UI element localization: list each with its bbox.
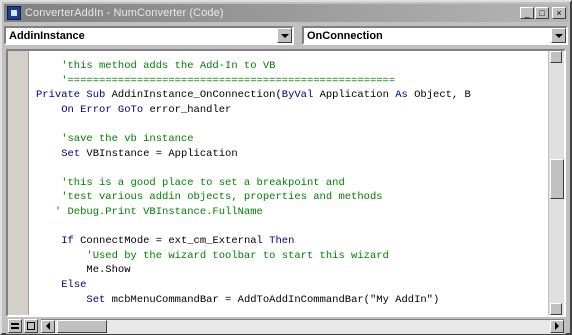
code-keyword: As: [395, 89, 408, 102]
procedure-view-button[interactable]: [8, 319, 22, 333]
code-line[interactable]: ' Debug.Print VBInstance.FullName: [36, 205, 548, 220]
title-bar[interactable]: ConverterAddIn - NumConverter (Code) _ □…: [4, 4, 568, 22]
code-line[interactable]: Set mcbMenuCommandBar = AddToAddInComman…: [36, 293, 548, 308]
code-comment: 'save the vb instance: [36, 132, 194, 145]
code-comment: 'this is a good place to set a breakpoin…: [36, 176, 345, 189]
code-editor[interactable]: 'this method adds the Add-In to VB '====…: [6, 49, 566, 317]
maximize-button[interactable]: □: [535, 7, 549, 19]
full-module-view-button[interactable]: [24, 319, 38, 333]
chevron-down-icon: [554, 33, 563, 38]
vb-code-window-icon[interactable]: [7, 6, 21, 20]
code-comment: ' Debug.Print VBInstance.FullName: [36, 205, 263, 218]
code-keyword: On Error GoTo: [61, 103, 144, 116]
code-comment: '=======================================…: [36, 74, 396, 87]
code-keyword: If: [61, 235, 74, 248]
code-comment: 'Used by the wizard toolbar to start thi…: [36, 249, 389, 262]
procedure-combo[interactable]: OnConnection: [302, 26, 568, 45]
code-keyword: Then: [269, 235, 295, 248]
code-window: ConverterAddIn - NumConverter (Code) _ □…: [0, 0, 572, 335]
code-line[interactable]: Else: [36, 278, 548, 293]
code-token: error_handler: [143, 103, 232, 116]
horizontal-scroll-thumb[interactable]: [57, 319, 107, 333]
code-token: mcbMenuCommandBar = AddToAddInCommandBar…: [105, 293, 440, 306]
code-keyword: Set: [61, 147, 81, 160]
code-keyword: Set: [86, 293, 106, 306]
code-token: ConnectMode = ext_cm_External: [73, 235, 270, 248]
arrow-left-icon: [46, 322, 50, 330]
bottom-bar: [6, 318, 566, 334]
code-line[interactable]: [36, 220, 548, 235]
procedure-view-icon: [11, 323, 19, 329]
code-line[interactable]: 'test various addin objects, properties …: [36, 190, 548, 205]
code-line[interactable]: Private Sub AddinInstance_OnConnection(B…: [36, 88, 548, 103]
code-token: VBInstance = Application: [80, 147, 238, 160]
code-line[interactable]: On Error GoTo error_handler: [36, 103, 548, 118]
code-line[interactable]: '=======================================…: [36, 74, 548, 89]
code-line[interactable]: Me.Show: [36, 263, 548, 278]
code-line[interactable]: [36, 161, 548, 176]
code-token: Application: [313, 89, 396, 102]
code-keyword: ByVal: [281, 89, 314, 102]
code-token: AddinInstance_OnConnection(: [111, 89, 282, 102]
code-token: Me.Show: [36, 264, 131, 277]
scroll-up-button[interactable]: [550, 51, 562, 63]
code-line[interactable]: 'this is a good place to set a breakpoin…: [36, 176, 548, 191]
window-title: ConverterAddIn - NumConverter (Code): [25, 7, 224, 19]
code-keyword: Private Sub: [36, 89, 112, 102]
code-comment: 'this method adds the Add-In to VB: [36, 60, 276, 72]
full-module-view-icon: [27, 322, 35, 330]
arrow-right-icon: [555, 322, 559, 330]
code-keyword: Else: [61, 278, 87, 291]
code-line[interactable]: 'save the vb instance: [36, 132, 548, 147]
horizontal-scrollbar[interactable]: [41, 318, 564, 334]
scroll-left-button[interactable]: [41, 319, 55, 333]
procedure-combo-value: OnConnection: [307, 29, 383, 42]
chevron-down-icon: [280, 33, 289, 38]
vertical-scroll-thumb[interactable]: [550, 159, 564, 199]
code-line[interactable]: If ConnectMode = ext_cm_External Then: [36, 234, 548, 249]
code-line[interactable]: 'Used by the wizard toolbar to start thi…: [36, 249, 548, 264]
object-combo[interactable]: AddinInstance: [4, 26, 294, 45]
code-token: Object, B: [407, 89, 471, 102]
minimize-button[interactable]: _: [520, 7, 534, 19]
object-combo-dropdown-button[interactable]: [277, 28, 292, 43]
code-line[interactable]: [36, 117, 548, 132]
procedure-combo-dropdown-button[interactable]: [551, 28, 566, 43]
code-text[interactable]: 'this method adds the Add-In to VB '====…: [36, 59, 548, 307]
margin-indicator-bar[interactable]: [8, 51, 29, 315]
vertical-scrollbar[interactable]: [548, 51, 564, 315]
code-comment: 'test various addin objects, properties …: [36, 191, 383, 204]
code-line[interactable]: Set VBInstance = Application: [36, 147, 548, 162]
object-combo-value: AddinInstance: [9, 29, 85, 42]
scroll-right-button[interactable]: [550, 319, 564, 333]
scroll-down-button[interactable]: [550, 303, 562, 315]
code-line[interactable]: 'this method adds the Add-In to VB: [36, 59, 548, 74]
close-button[interactable]: ×: [552, 7, 566, 19]
